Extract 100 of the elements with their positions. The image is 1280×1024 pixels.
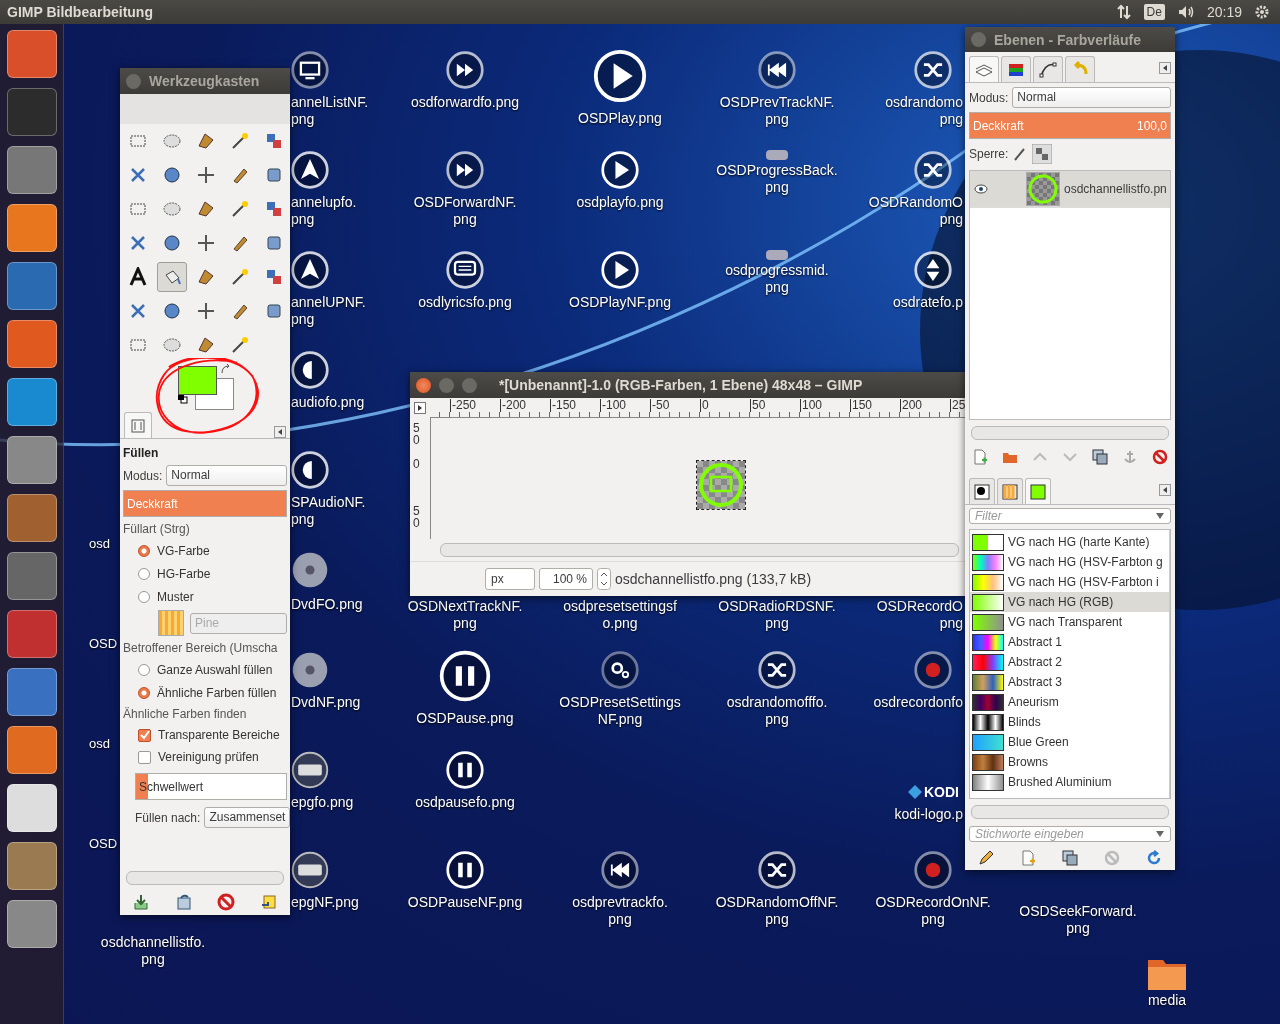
volume-icon[interactable] xyxy=(1176,4,1195,20)
file-label[interactable]: OSD xyxy=(89,835,118,852)
app-icon[interactable] xyxy=(6,262,57,310)
gradient-item[interactable]: VG nach HG (harte Kante) xyxy=(970,532,1169,552)
forward-icon[interactable] xyxy=(445,50,485,90)
file-label[interactable]: osdpresetsettingsf o.png xyxy=(563,598,677,632)
file-label[interactable]: osdrecordonfo xyxy=(873,694,963,711)
gradient-item[interactable]: Abstract 3 xyxy=(970,672,1169,692)
file-label[interactable]: osdprogressmid. png xyxy=(725,262,829,296)
app-icon[interactable] xyxy=(6,378,57,426)
file-label[interactable]: OSDPrevTrackNF. png xyxy=(719,94,835,128)
app-icon[interactable] xyxy=(6,900,57,948)
duplicate-icon[interactable] xyxy=(1092,449,1108,465)
swap-icon[interactable] xyxy=(220,364,232,376)
app-icon[interactable] xyxy=(6,494,57,542)
checkbox-label[interactable]: Transparente Bereiche xyxy=(158,728,280,742)
app-icon[interactable] xyxy=(6,30,57,78)
shuffle-icon[interactable] xyxy=(757,850,797,890)
dropdown-arrow-icon[interactable] xyxy=(1155,830,1165,838)
file-label[interactable]: osd xyxy=(89,535,110,552)
file-label[interactable]: osdprevtrackfo. png xyxy=(572,894,668,928)
file-label[interactable]: osdratefo.p xyxy=(892,294,963,311)
rewind-icon[interactable] xyxy=(600,850,640,890)
file-label[interactable]: OSDProgressBack. png xyxy=(716,162,838,196)
dock-tab[interactable] xyxy=(1033,56,1063,82)
clock[interactable]: 20:19 xyxy=(1206,4,1242,20)
file-label[interactable]: OSDRandomO png xyxy=(868,194,963,228)
file-label[interactable]: osdforwardfo.png xyxy=(410,94,520,111)
gradient-item[interactable]: Blinds xyxy=(970,712,1169,732)
file-label[interactable]: media xyxy=(1147,992,1187,1009)
radio-button[interactable] xyxy=(138,663,150,676)
radio-label[interactable]: Ähnliche Farben füllen xyxy=(157,685,277,700)
file-label[interactable]: OSDPlay.png xyxy=(578,110,662,127)
monitor-icon[interactable] xyxy=(290,50,330,90)
fill-by-dropdown[interactable]: Zusammenset xyxy=(204,807,291,828)
gradient-item[interactable]: VG nach HG (HSV-Farbton i xyxy=(970,572,1169,592)
bar-icon[interactable] xyxy=(765,149,789,161)
app-icon[interactable] xyxy=(6,842,57,890)
app-icon[interactable] xyxy=(6,436,57,484)
file-label[interactable]: DvdNF.png xyxy=(291,694,361,711)
record-icon[interactable] xyxy=(913,650,953,690)
bar-icon[interactable] xyxy=(765,249,789,261)
gear-icon[interactable] xyxy=(1254,4,1270,20)
shuffle-icon[interactable] xyxy=(913,50,953,90)
gradient-item[interactable]: Abstract 2 xyxy=(970,652,1169,672)
file-label[interactable]: osdpausefo.png xyxy=(415,794,515,811)
file-label[interactable]: OSD xyxy=(89,635,118,652)
checkbox-label[interactable]: Vereinigung prüfen xyxy=(158,750,259,764)
file-label[interactable]: OSDNextTrackNF. png xyxy=(407,598,523,632)
forward-icon[interactable] xyxy=(445,150,485,190)
dock-tab[interactable] xyxy=(969,478,995,504)
app-icon[interactable] xyxy=(6,146,57,194)
up-icon[interactable] xyxy=(290,250,330,290)
checkbox[interactable] xyxy=(138,728,151,742)
pattern-swatch[interactable] xyxy=(158,610,184,636)
app-icon[interactable] xyxy=(6,320,57,368)
shuffle-icon[interactable] xyxy=(913,150,953,190)
app-icon[interactable] xyxy=(6,552,57,600)
file-label[interactable]: OSDRecordO png xyxy=(876,598,963,632)
file-label[interactable]: osdrandomo png xyxy=(885,94,963,128)
play-icon[interactable] xyxy=(600,150,640,190)
restore-icon[interactable] xyxy=(174,893,193,911)
epg-icon[interactable] xyxy=(290,750,330,790)
refresh-icon[interactable] xyxy=(1146,850,1162,866)
dropdown-arrow-icon[interactable] xyxy=(1155,512,1165,520)
file-label[interactable]: kodi-logo.p xyxy=(894,806,963,823)
file-label[interactable]: OSDForwardNF. png xyxy=(413,194,517,228)
file-label[interactable]: osdplayfo.png xyxy=(576,194,664,211)
app-icon[interactable] xyxy=(6,726,57,774)
chat-icon[interactable] xyxy=(445,250,485,290)
file-label[interactable]: DvdFO.png xyxy=(291,596,363,613)
app-icon[interactable] xyxy=(6,668,57,716)
disc-icon[interactable] xyxy=(290,650,330,690)
radio-button[interactable] xyxy=(138,590,150,603)
scrollbar[interactable] xyxy=(971,805,1169,819)
gradient-item[interactable]: Aneurism xyxy=(970,692,1169,712)
reset-icon[interactable] xyxy=(259,893,278,911)
radio-button[interactable] xyxy=(138,686,150,699)
delete-icon[interactable] xyxy=(1152,449,1168,465)
save-icon[interactable] xyxy=(132,893,151,911)
shuffle-icon[interactable] xyxy=(757,650,797,690)
audio-icon[interactable] xyxy=(290,350,330,390)
audio-icon[interactable] xyxy=(290,450,330,490)
pause-icon[interactable] xyxy=(445,850,485,890)
epg-icon[interactable] xyxy=(290,850,330,890)
new-document-icon[interactable] xyxy=(1020,850,1036,866)
keyboard-indicator[interactable]: De xyxy=(1143,4,1165,20)
file-label[interactable]: OSDPauseNF.png xyxy=(407,894,523,911)
pause-icon[interactable] xyxy=(438,649,492,703)
file-label[interactable]: epgNF.png xyxy=(291,894,359,911)
gradient-item[interactable]: Brushed Aluminium xyxy=(970,772,1169,792)
file-label[interactable]: audiofo.png xyxy=(291,394,365,411)
mode-dropdown[interactable]: Normal xyxy=(166,465,287,486)
file-label[interactable]: osdrandomofffo. png xyxy=(726,694,828,728)
gradient-item[interactable]: Blue Green xyxy=(970,732,1169,752)
radio-button[interactable] xyxy=(138,544,150,557)
updown-icon[interactable] xyxy=(913,250,953,290)
zoom-field[interactable]: 100 % xyxy=(539,568,593,590)
disc-icon[interactable] xyxy=(290,550,330,590)
new-layer-icon[interactable] xyxy=(972,449,988,465)
